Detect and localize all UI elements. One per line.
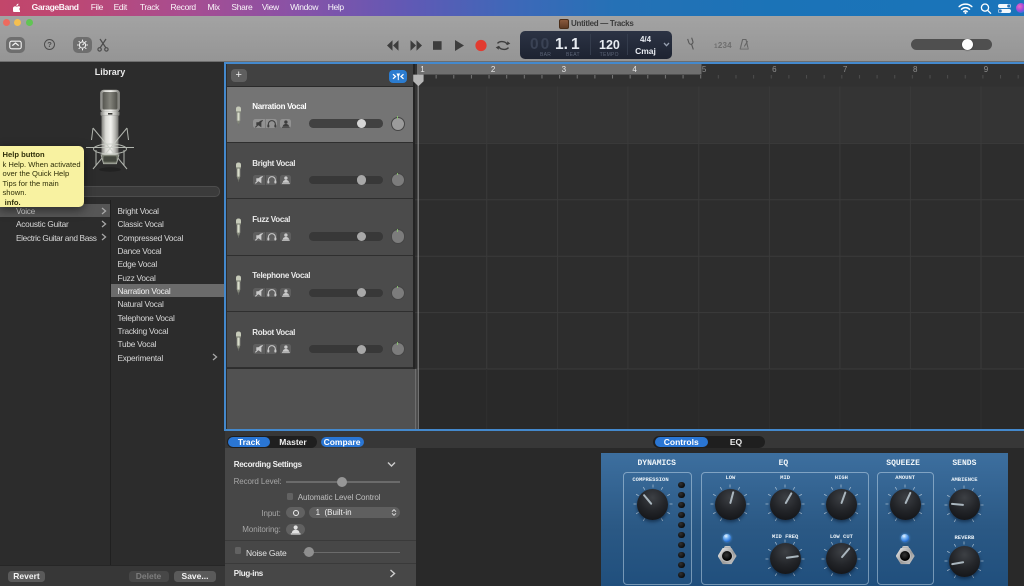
svg-text:3: 3 bbox=[562, 65, 567, 74]
svg-text:8: 8 bbox=[913, 65, 918, 74]
svg-text:2: 2 bbox=[491, 65, 496, 74]
svg-text:4: 4 bbox=[632, 65, 637, 74]
svg-text:9: 9 bbox=[984, 65, 989, 74]
svg-text:1: 1 bbox=[420, 65, 425, 74]
svg-text:7: 7 bbox=[843, 65, 848, 74]
svg-text:6: 6 bbox=[772, 65, 777, 74]
svg-text:5: 5 bbox=[702, 65, 707, 74]
